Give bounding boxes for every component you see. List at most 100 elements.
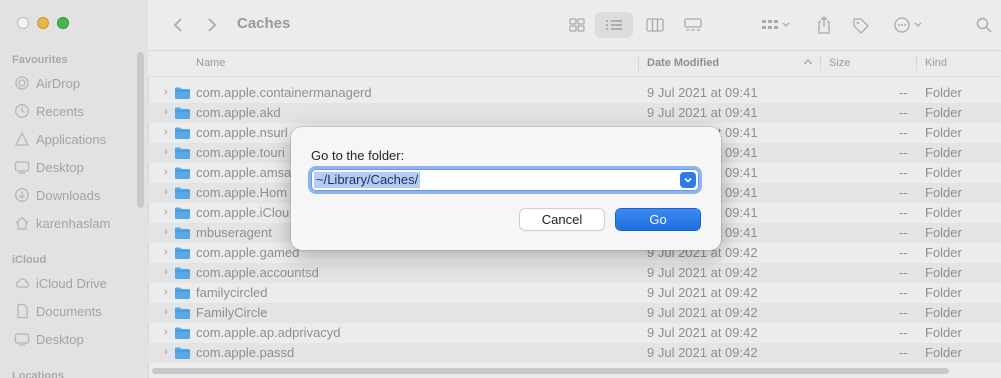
forward-button[interactable]	[202, 12, 222, 38]
back-button[interactable]	[168, 12, 188, 38]
icon-view-button[interactable]	[564, 12, 590, 38]
list-icon	[606, 20, 622, 30]
table-row[interactable]: › com.apple.accountsd 9 Jul 2021 at 09:42 -…	[148, 263, 1001, 283]
disclosure-chevron-icon[interactable]: ›	[164, 346, 168, 358]
disclosure-chevron-icon[interactable]: ›	[164, 106, 168, 118]
sidebar-item-label: Downloads	[36, 187, 101, 203]
file-size: --	[899, 225, 908, 240]
folder-path-input[interactable]: ~/Library/Caches/	[311, 169, 699, 191]
file-kind: Folder	[925, 325, 962, 340]
group-by-button[interactable]	[756, 12, 796, 38]
gallery-view-button[interactable]	[680, 12, 706, 38]
column-divider[interactable]	[820, 55, 821, 71]
sidebar-item-airdrop[interactable]: AirDrop	[14, 72, 80, 94]
disclosure-chevron-icon[interactable]: ›	[164, 126, 168, 138]
airdrop-icon	[14, 75, 30, 91]
column-size-header[interactable]: Size	[829, 57, 850, 69]
column-view-button[interactable]	[642, 12, 668, 38]
file-name: com.apple.touri	[196, 145, 285, 160]
sidebar-item-documents[interactable]: Documents	[14, 300, 102, 322]
go-button[interactable]: Go	[616, 209, 700, 230]
file-name: com.apple.akd	[196, 105, 281, 120]
file-size: --	[899, 85, 908, 100]
share-icon	[818, 16, 830, 34]
sort-ascending-icon[interactable]	[803, 57, 813, 70]
column-divider[interactable]	[638, 55, 639, 71]
table-row[interactable]: › FamilyCircle 9 Jul 2021 at 09:42 -- Folder	[148, 303, 1001, 323]
search-button[interactable]	[972, 12, 996, 38]
file-size: --	[899, 245, 908, 260]
toolbar: Caches	[148, 0, 1001, 51]
sidebar-item-label: Documents	[36, 303, 102, 319]
tags-button[interactable]	[848, 12, 874, 38]
sidebar-item-icloud-desktop[interactable]: Desktop	[14, 328, 84, 350]
sidebar-item-recents[interactable]: Recents	[14, 100, 84, 122]
file-kind: Folder	[925, 265, 962, 280]
document-icon	[14, 303, 30, 319]
horizontal-scrollbar[interactable]	[152, 368, 949, 374]
folder-icon	[174, 346, 191, 363]
disclosure-chevron-icon[interactable]: ›	[164, 146, 168, 158]
sidebar-item-icloud-drive[interactable]: iCloud Drive	[14, 272, 107, 294]
file-kind: Folder	[925, 125, 962, 140]
zoom-window-button[interactable]	[57, 17, 69, 29]
sidebar-item-home[interactable]: karenhaslam	[14, 212, 110, 234]
chevron-left-icon	[173, 18, 182, 32]
disclosure-chevron-icon[interactable]: ›	[164, 306, 168, 318]
file-name: com.apple.accountsd	[196, 265, 319, 280]
sidebar: Favourites AirDrop Recents Applications …	[0, 0, 149, 378]
file-date-modified: 9 Jul 2021 at 09:42	[647, 325, 758, 340]
sidebar-scrollbar[interactable]	[137, 52, 144, 208]
list-view-button[interactable]	[595, 12, 633, 38]
file-size: --	[899, 185, 908, 200]
file-kind: Folder	[925, 245, 962, 260]
folder-icon	[174, 186, 191, 203]
disclosure-chevron-icon[interactable]: ›	[164, 86, 168, 98]
window-title: Caches	[237, 15, 291, 32]
sidebar-item-label: karenhaslam	[36, 215, 111, 231]
search-icon	[976, 17, 992, 33]
table-row[interactable]: › familycircled 9 Jul 2021 at 09:42 -- Folde…	[148, 283, 1001, 303]
disclosure-chevron-icon[interactable]: ›	[164, 166, 168, 178]
column-name-header[interactable]: Name	[196, 57, 225, 69]
sidebar-item-applications[interactable]: Applications	[14, 128, 106, 150]
disclosure-chevron-icon[interactable]: ›	[164, 266, 168, 278]
share-button[interactable]	[812, 12, 836, 38]
disclosure-chevron-icon[interactable]: ›	[164, 286, 168, 298]
file-kind: Folder	[925, 145, 962, 160]
folder-path-text[interactable]: ~/Library/Caches/	[314, 172, 421, 188]
file-kind: Folder	[925, 205, 962, 220]
cancel-button[interactable]: Cancel	[520, 209, 604, 230]
close-window-button[interactable]	[17, 17, 29, 29]
file-date-modified: 9 Jul 2021 at 09:42	[647, 345, 758, 360]
file-kind: Folder	[925, 105, 962, 120]
table-row[interactable]: › com.apple.akd 9 Jul 2021 at 09:41 -- Folde…	[148, 103, 1001, 123]
folder-icon	[174, 126, 191, 143]
sidebar-section-locations: Locations	[12, 370, 64, 378]
column-kind-header[interactable]: Kind	[925, 57, 947, 69]
table-row[interactable]: › com.apple.passd 9 Jul 2021 at 09:42 -- Fol…	[148, 343, 1001, 363]
sidebar-section-icloud: iCloud	[12, 254, 47, 266]
grid-icon	[569, 18, 585, 32]
path-history-dropdown-button[interactable]	[680, 172, 696, 188]
sidebar-item-downloads[interactable]: Downloads	[14, 184, 100, 206]
disclosure-chevron-icon[interactable]: ›	[164, 226, 168, 238]
column-divider[interactable]	[916, 55, 917, 71]
sidebar-item-label: Recents	[36, 103, 84, 119]
folder-icon	[174, 266, 191, 283]
minimize-window-button[interactable]	[37, 17, 49, 29]
disclosure-chevron-icon[interactable]: ›	[164, 246, 168, 258]
table-row[interactable]: › com.apple.containermanagerd 9 Jul 2021 a…	[148, 83, 1001, 103]
file-name: com.apple.iClou	[196, 205, 290, 220]
sidebar-item-label: Desktop	[36, 331, 84, 347]
column-date-header[interactable]: Date Modified	[647, 57, 719, 69]
disclosure-chevron-icon[interactable]: ›	[164, 206, 168, 218]
sidebar-item-label: Applications	[36, 131, 107, 147]
sidebar-item-label: AirDrop	[36, 75, 81, 91]
disclosure-chevron-icon[interactable]: ›	[164, 186, 168, 198]
disclosure-chevron-icon[interactable]: ›	[164, 326, 168, 338]
folder-icon	[174, 86, 191, 103]
table-row[interactable]: › com.apple.ap.adprivacyd 9 Jul 2021 at 09…	[148, 323, 1001, 343]
sidebar-item-desktop[interactable]: Desktop	[14, 156, 84, 178]
more-actions-button[interactable]	[888, 12, 930, 38]
